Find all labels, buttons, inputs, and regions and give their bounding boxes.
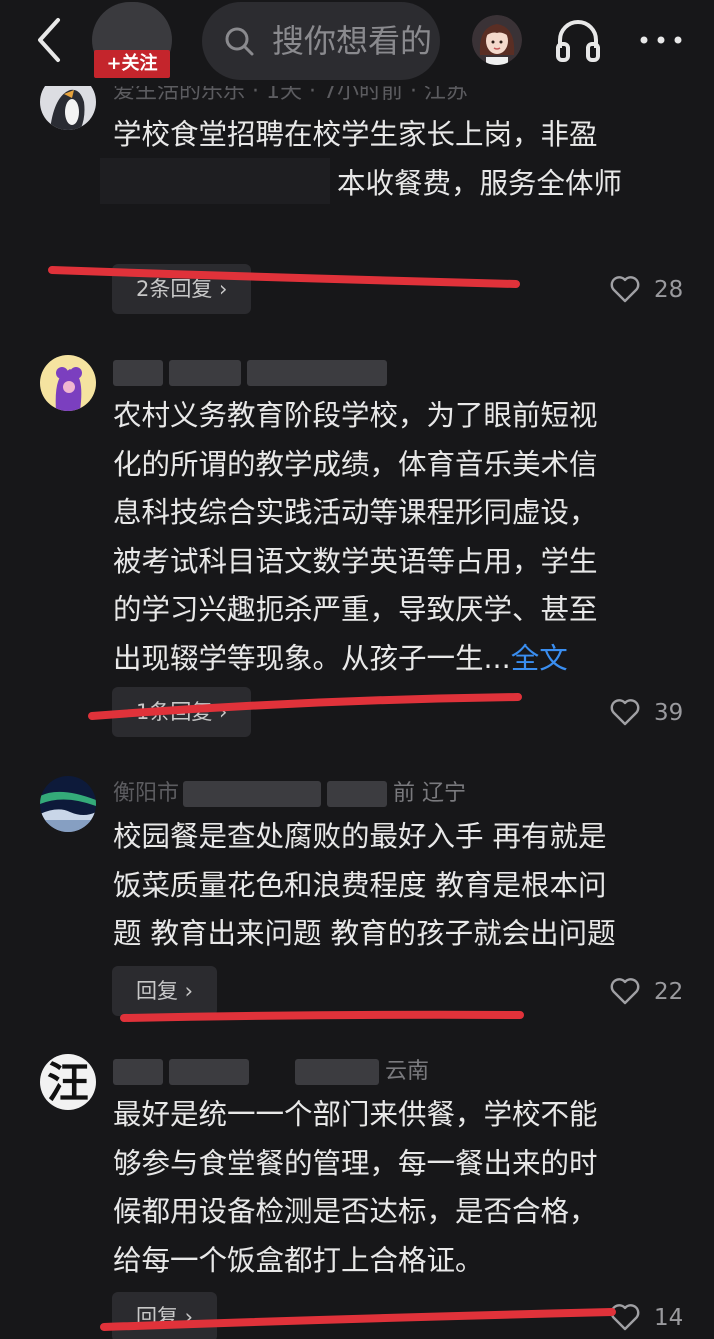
like-count: 22 [654, 979, 684, 1005]
like-count: 39 [654, 700, 684, 726]
comment-content: 最好是统一一个部门来供餐，学校不能 够参与食堂餐的管理，每一餐出来的时 候都用设… [113, 1091, 688, 1285]
comment-line: 农村义务教育阶段学校，为了眼前短视 [113, 399, 598, 432]
redacted-time [295, 1059, 379, 1085]
more-dots-icon [640, 36, 682, 44]
heart-icon [610, 1304, 640, 1331]
like-button[interactable]: 22 [610, 974, 690, 1010]
comment-meta-left: 衡阳市 [113, 781, 180, 806]
comment-line: 题 教育出来问题 教育的孩子就会出问题 [113, 917, 616, 950]
comment-line: 候都用设备检测是否达标，是否合格， [113, 1195, 598, 1228]
top-bar: +关注 搜你想看的 [0, 0, 714, 86]
commenter-avatar[interactable] [40, 355, 96, 411]
heart-icon [610, 978, 640, 1005]
comment-line-text: 出现辍学等现象。从孩子一生... [113, 641, 511, 675]
redacted-name [169, 360, 241, 386]
comment-line: 息科技综合实践活动等课程形同虚设， [113, 496, 598, 529]
redacted-name [169, 1059, 249, 1085]
search-placeholder: 搜你想看的 [272, 22, 433, 60]
comment-line: 最好是统一一个部门来供餐，学校不能 [113, 1098, 598, 1131]
comment-line: 给每一个饭盒都打上合格证。 [113, 1243, 484, 1277]
headphone-button[interactable] [552, 14, 604, 66]
comment-line: 的学习兴趣扼杀严重，导致厌学、甚至 [113, 593, 598, 626]
redacted-name [183, 781, 322, 807]
headphone-icon [556, 20, 600, 62]
comment-meta-right: 前 辽宁 [393, 781, 467, 806]
commenter-avatar[interactable] [40, 776, 96, 832]
comment-content: 农村义务教育阶段学校，为了眼前短视 化的所谓的教学成绩，体育音乐美术信 息科技综… [113, 392, 688, 683]
back-button[interactable] [26, 14, 74, 66]
comment-line: 够参与食堂餐的管理，每一餐出来的时 [113, 1146, 598, 1180]
reply-button[interactable]: 2条回复 › [112, 264, 252, 314]
like-count: 28 [654, 277, 684, 303]
comment-line: 校园餐是查处腐败的最好入手 再有就是 [113, 820, 607, 853]
redacted-name [113, 1059, 163, 1085]
search-icon [225, 27, 254, 56]
full-text-link[interactable]: 全文 [511, 642, 568, 675]
heart-icon [610, 276, 640, 303]
user-avatar[interactable] [472, 15, 522, 65]
more-button[interactable] [636, 26, 686, 54]
like-count: 14 [654, 1305, 684, 1331]
reply-button[interactable]: 回复 › [112, 1292, 218, 1339]
comment-meta [113, 358, 393, 388]
follow-button[interactable]: +关注 [94, 50, 170, 78]
chevron-left-icon [38, 18, 60, 62]
comment-meta: 衡阳市 前 辽宁 [113, 779, 466, 809]
comment-meta: 云南 [113, 1057, 429, 1087]
comment-line: 学校食堂招聘在校学生家长上岗，非盈 [113, 118, 598, 151]
like-button[interactable]: 39 [610, 695, 690, 731]
comment-line: 化的所谓的教学成绩，体育音乐美术信 [113, 447, 598, 481]
comment-line: 饭菜质量花色和浪费程度 教育是根本问 [113, 868, 607, 902]
comment-line: 被考试科目语文数学英语等占用，学生 [113, 544, 598, 578]
commenter-avatar[interactable]: 汪 [40, 1054, 96, 1110]
comment-content: 校园餐是查处腐败的最好入手 再有就是 饭菜质量花色和浪费程度 教育是根本问 题 … [113, 813, 688, 959]
redacted-time [247, 360, 387, 386]
search-input[interactable]: 搜你想看的 [202, 2, 440, 80]
redacted-time [327, 781, 388, 807]
heart-icon [610, 699, 640, 726]
redacted-name [113, 360, 163, 386]
comment-line: 出现辍学等现象。从孩子一生...全文 [113, 635, 688, 684]
reply-button[interactable]: 回复 › [112, 966, 218, 1016]
reply-button[interactable]: 1条回复 › [112, 687, 252, 737]
comment-meta-right: 云南 [385, 1059, 430, 1084]
like-button[interactable]: 28 [610, 272, 690, 308]
redacted-area [100, 158, 330, 204]
like-button[interactable]: 14 [610, 1300, 690, 1336]
